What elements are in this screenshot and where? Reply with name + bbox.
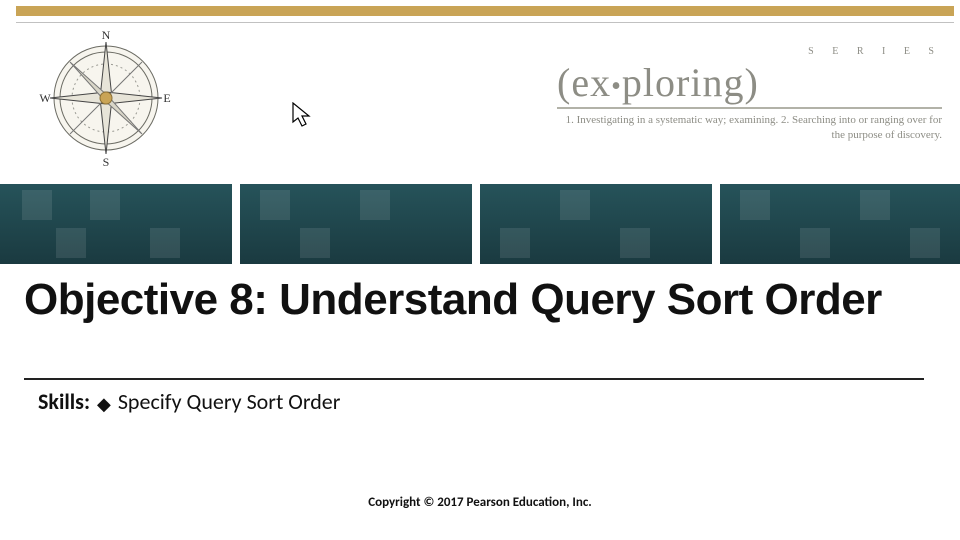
copyright: Copyright © 2017 Pearson Education, Inc. [0, 495, 960, 510]
bullet-icon: ◆ [95, 393, 113, 415]
cursor-icon [292, 102, 312, 128]
series-label: S E R I E S [557, 46, 942, 57]
wordmark-prefix: (ex [557, 60, 611, 105]
teal-band [0, 184, 960, 264]
header: N S W E S E R I E S (ex•ploring) 1. Inve… [18, 10, 952, 180]
wordmark-dot: • [611, 71, 622, 102]
skills-item: Specify Query Sort Order [118, 388, 341, 415]
compass-icon: N S W E [36, 28, 176, 168]
skills-label: Skills: [38, 388, 90, 415]
compass-n-label: N [102, 28, 111, 42]
brand-rule [557, 107, 942, 109]
brand-definition: 1. Investigating in a systematic way; ex… [557, 113, 942, 143]
slide-title: Objective 8: Understand Query Sort Order [24, 276, 936, 324]
brand-wordmark: (ex•ploring) [557, 63, 942, 103]
title-underline [24, 378, 924, 380]
skills-line: Skills: ◆ Specify Query Sort Order [38, 388, 340, 415]
compass-s-label: S [103, 155, 110, 168]
slide: N S W E S E R I E S (ex•ploring) 1. Inve… [0, 0, 960, 540]
compass-e-label: E [163, 91, 170, 105]
wordmark-suffix: ploring) [622, 60, 759, 105]
brand-block: S E R I E S (ex•ploring) 1. Investigatin… [557, 46, 942, 166]
compass-w-label: W [39, 91, 51, 105]
